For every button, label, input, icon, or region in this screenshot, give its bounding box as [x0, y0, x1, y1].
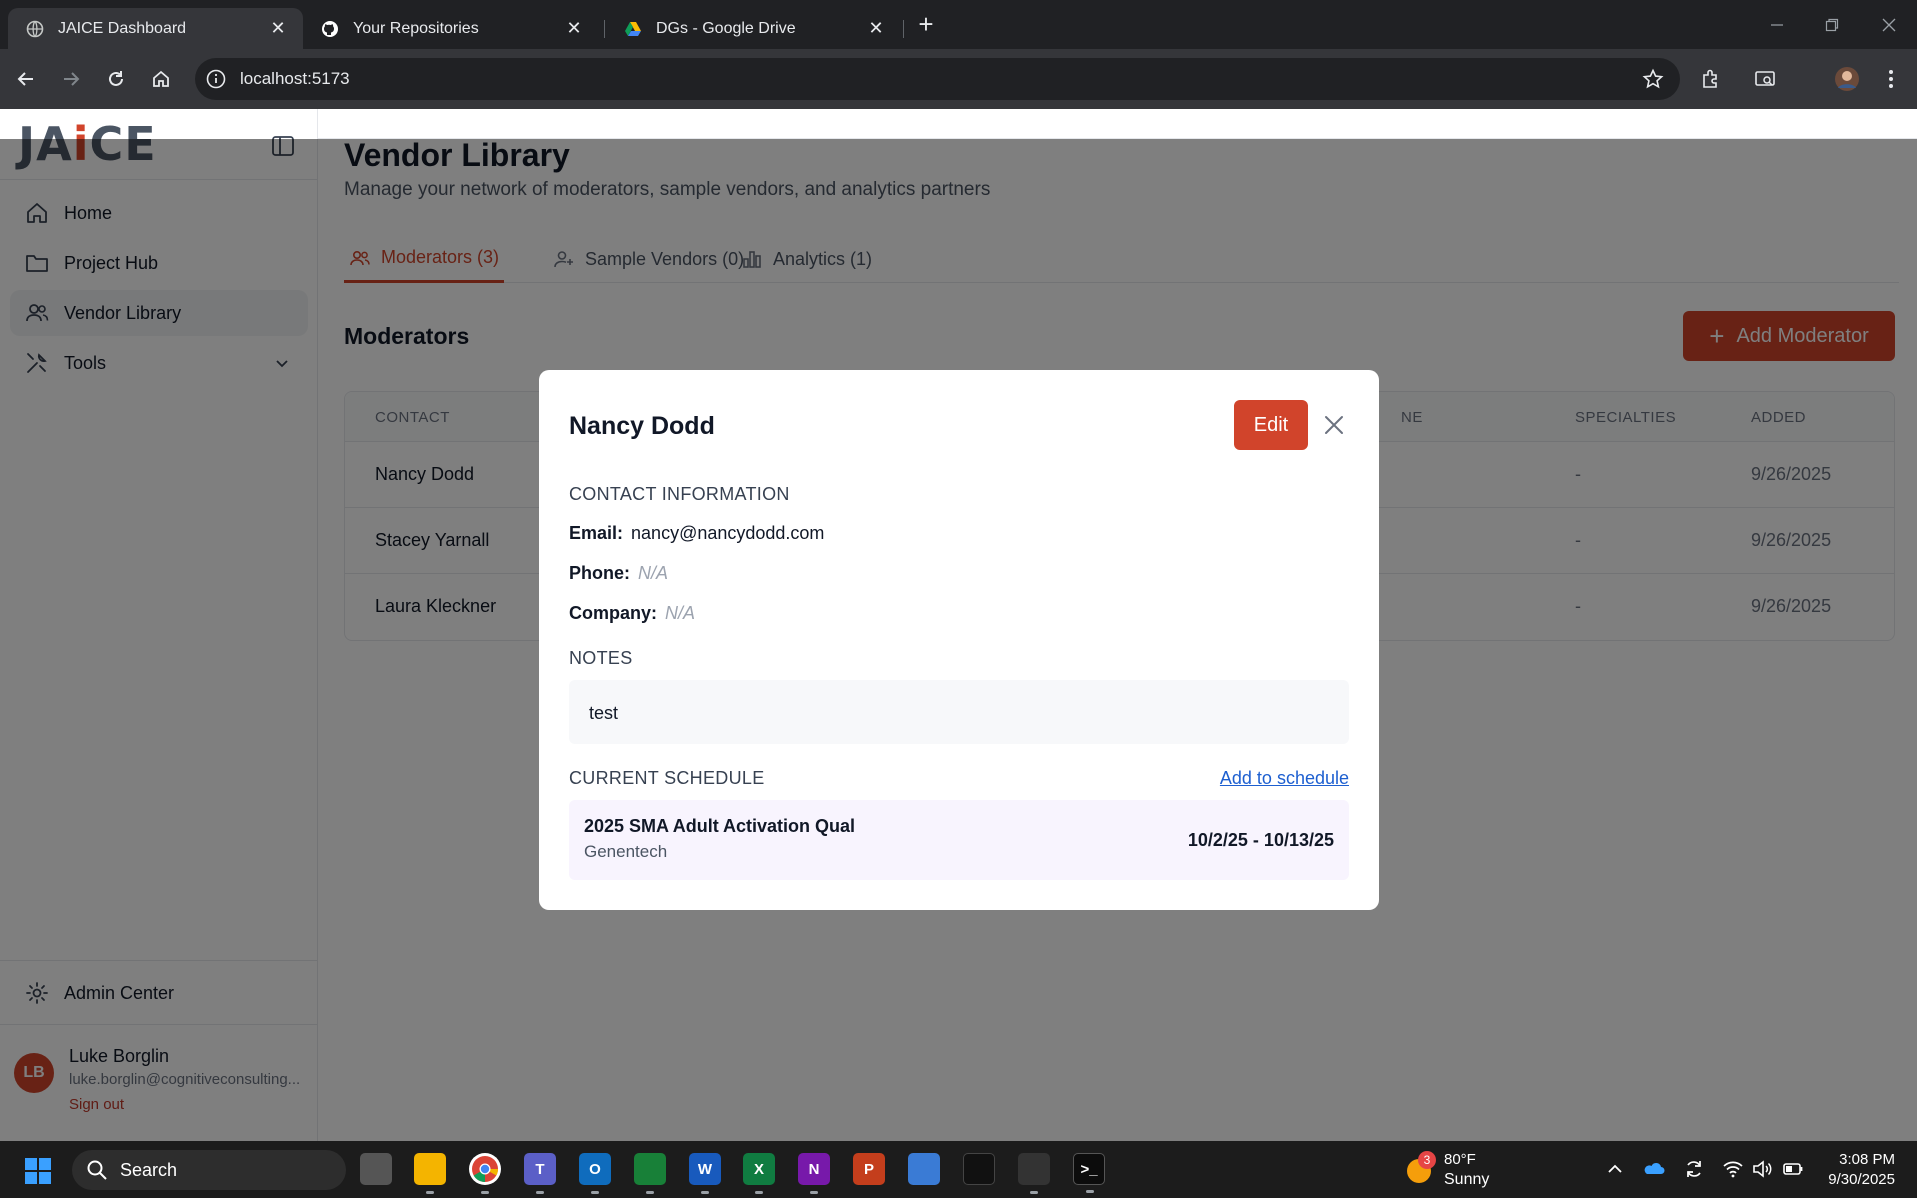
moderator-detail-modal: Nancy Dodd Edit CONTACT INFORMATION Emai… [539, 370, 1379, 910]
clock[interactable]: 3:08 PM 9/30/2025 [1828, 1150, 1895, 1190]
phone-value: N/A [638, 563, 669, 583]
weather-condition: Sunny [1444, 1171, 1490, 1188]
tab-separator [903, 20, 904, 38]
edit-button[interactable]: Edit [1234, 400, 1308, 450]
browser-tab-strip: JAICE Dashboard ✕ Your Repositories ✕ DG… [0, 0, 1917, 49]
outlook-icon[interactable]: O [579, 1153, 611, 1194]
close-tab-icon[interactable]: ✕ [267, 18, 289, 40]
minimize-icon[interactable] [1762, 12, 1792, 38]
browser-tab-github[interactable]: Your Repositories ✕ [303, 8, 599, 49]
task-view-icon[interactable] [360, 1153, 392, 1185]
clock-date: 9/30/2025 [1828, 1171, 1895, 1188]
new-tab-button[interactable]: + [913, 11, 939, 38]
extensions-icon[interactable] [1697, 65, 1725, 93]
forward-icon[interactable] [57, 65, 85, 93]
modal-title: Nancy Dodd [569, 412, 715, 440]
google-drive-icon [625, 21, 641, 36]
weather-badge: 3 [1418, 1151, 1436, 1169]
chrome-menu-icon[interactable] [1877, 65, 1905, 93]
url-text[interactable]: localhost:5173 [240, 69, 350, 89]
windows-start-icon[interactable] [24, 1157, 52, 1185]
onedrive-icon[interactable] [1643, 1158, 1665, 1180]
schedule-dates: 10/2/25 - 10/13/25 [1187, 830, 1334, 850]
address-bar[interactable]: localhost:5173 [195, 58, 1680, 100]
notepad-icon[interactable] [908, 1153, 940, 1185]
tab-separator [604, 20, 605, 38]
reload-icon[interactable] [102, 65, 130, 93]
schedule-item[interactable]: 2025 SMA Adult Activation Qual Genentech… [569, 800, 1349, 880]
home-browser-icon[interactable] [147, 65, 175, 93]
terminal-icon[interactable]: >_ [1073, 1153, 1105, 1193]
chat-app-icon[interactable] [634, 1153, 666, 1194]
bookmark-star-icon[interactable] [1642, 68, 1664, 90]
word-icon[interactable]: W [689, 1153, 721, 1194]
restore-icon[interactable] [1817, 12, 1847, 38]
snipping-tool-icon[interactable] [1018, 1153, 1050, 1194]
sync-icon[interactable] [1683, 1158, 1705, 1180]
phone-label: Phone: [569, 563, 630, 583]
browser-tab-drive[interactable]: DGs - Google Drive ✕ [606, 8, 901, 49]
excel-icon[interactable]: X [743, 1153, 775, 1194]
close-tab-icon[interactable]: ✕ [865, 18, 887, 40]
chevron-up-icon[interactable] [1604, 1158, 1626, 1180]
tab-title: DGs - Google Drive [656, 19, 796, 37]
company-value: N/A [665, 603, 696, 623]
site-info-icon[interactable] [205, 68, 227, 90]
close-window-icon[interactable] [1874, 12, 1904, 38]
tab-search-icon[interactable] [1751, 65, 1779, 93]
weather-widget[interactable]: 3 80°F Sunny [1404, 1151, 1514, 1191]
clock-time: 3:08 PM [1839, 1151, 1895, 1168]
close-tab-icon[interactable]: ✕ [563, 18, 585, 40]
globe-icon [26, 20, 44, 37]
chrome-icon[interactable] [469, 1153, 501, 1194]
schedule-client: Genentech [584, 842, 668, 861]
phone-row: Phone: N/A [569, 563, 668, 584]
email-value: nancy@nancydodd.com [631, 523, 825, 543]
volume-icon[interactable] [1751, 1158, 1773, 1180]
email-label: Email: [569, 523, 624, 543]
onenote-icon[interactable]: N [798, 1153, 830, 1194]
company-label: Company: [569, 603, 658, 623]
weather-temp: 80°F [1444, 1151, 1476, 1168]
company-row: Company: N/A [569, 603, 695, 624]
browser-toolbar: localhost:5173 [0, 49, 1917, 109]
taskbar-search[interactable]: Search [72, 1150, 346, 1190]
schedule-project: 2025 SMA Adult Activation Qual [584, 816, 856, 836]
browser-tab-jaice[interactable]: JAICE Dashboard ✕ [8, 8, 303, 49]
email-row: Email: nancy@nancydodd.com [569, 523, 824, 544]
tab-title: Your Repositories [353, 19, 479, 37]
close-icon[interactable] [1321, 412, 1347, 438]
notes-heading: NOTES [569, 648, 633, 668]
search-placeholder: Search [120, 1159, 178, 1180]
notes-box: test [569, 680, 1349, 744]
taskbar: Search T O W X N P >_ 3 80°F Sunny 3:08 … [0, 1141, 1917, 1198]
app-icon[interactable] [963, 1153, 995, 1185]
teams-icon[interactable]: T [524, 1153, 556, 1194]
schedule-heading: CURRENT SCHEDULE [569, 768, 765, 788]
battery-icon[interactable] [1782, 1158, 1804, 1180]
profile-avatar[interactable] [1833, 65, 1861, 93]
github-icon [322, 20, 338, 37]
wifi-icon[interactable] [1722, 1158, 1744, 1180]
back-icon[interactable] [12, 65, 40, 93]
powerpoint-icon[interactable]: P [853, 1153, 885, 1185]
top-bar [318, 109, 1917, 139]
add-to-schedule-link[interactable]: Add to schedule [1220, 768, 1349, 789]
tab-title: JAICE Dashboard [58, 19, 187, 37]
search-icon [87, 1160, 107, 1180]
file-explorer-icon[interactable] [414, 1153, 446, 1194]
contact-info-heading: CONTACT INFORMATION [569, 484, 790, 504]
